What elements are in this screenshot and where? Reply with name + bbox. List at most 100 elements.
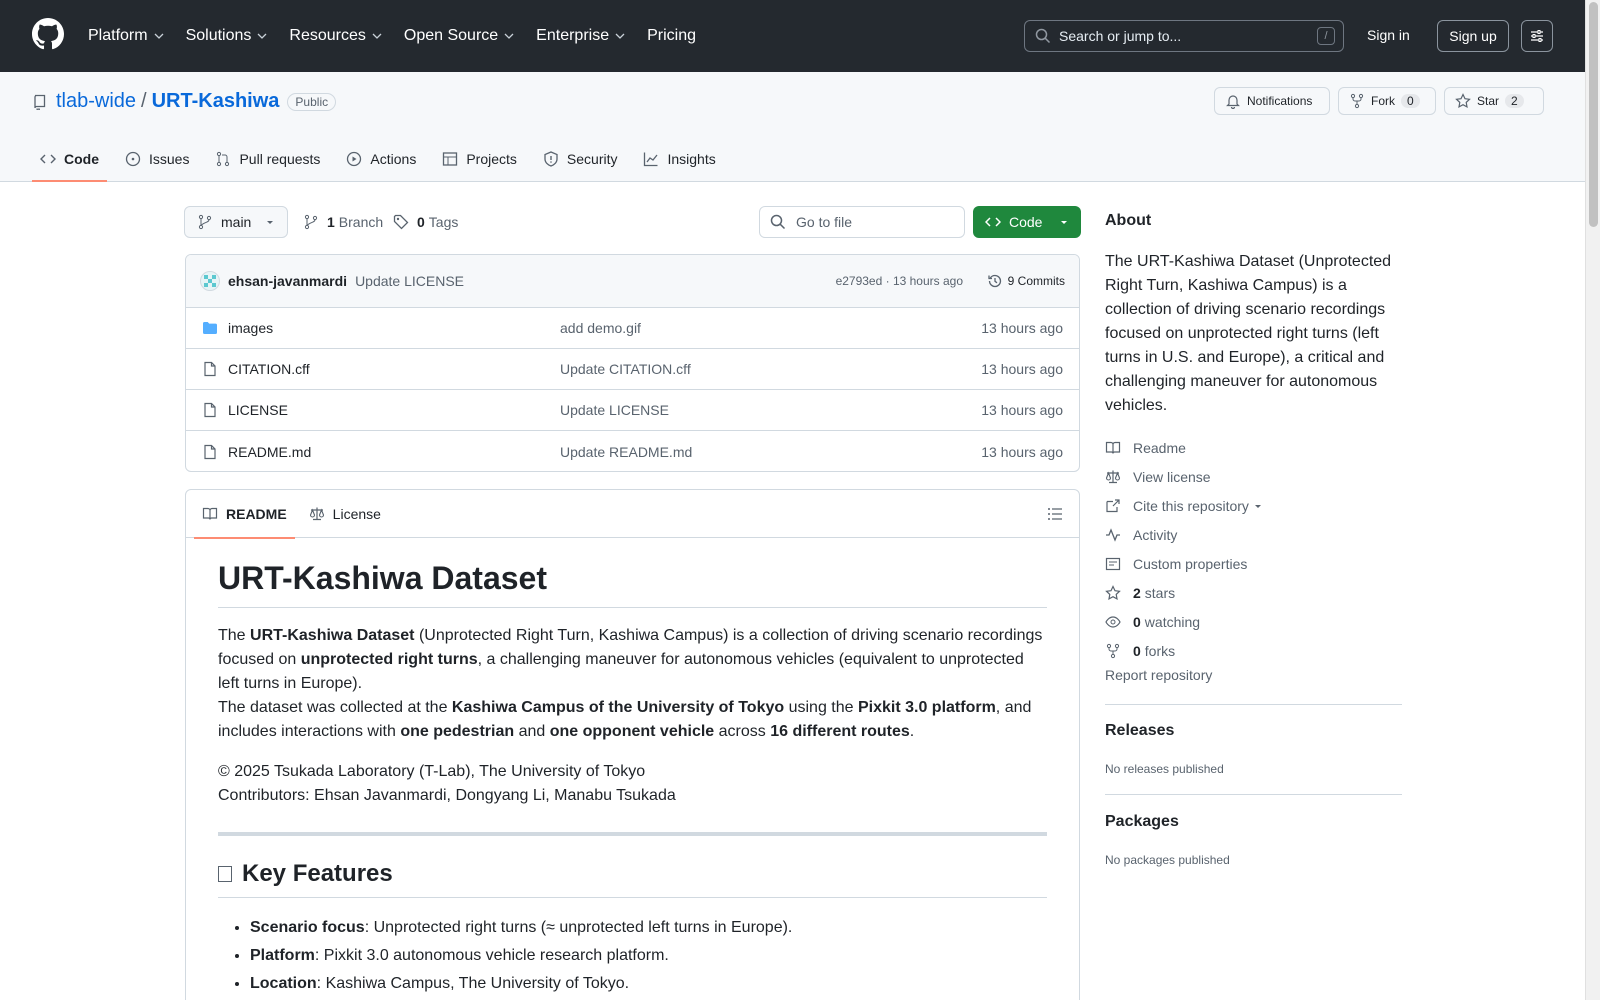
folder-icon xyxy=(203,322,217,334)
book-icon xyxy=(1105,441,1121,454)
file-time: 13 hours ago xyxy=(981,320,1063,336)
list-unordered-icon[interactable] xyxy=(1047,506,1063,522)
file-commit-link[interactable]: add demo.gif xyxy=(560,320,641,336)
nav-label: Solutions xyxy=(185,27,252,44)
forks-link[interactable]: 0 forks xyxy=(1105,636,1263,665)
global-search-input[interactable]: Search or jump to... / xyxy=(1024,20,1344,52)
tab-insights[interactable]: Insights xyxy=(635,136,723,182)
activity-label: Activity xyxy=(1133,526,1178,543)
activity-link[interactable]: Activity xyxy=(1105,520,1263,549)
custom-properties-link[interactable]: Custom properties xyxy=(1105,549,1263,578)
file-name-link[interactable]: LICENSE xyxy=(228,402,288,418)
tab-label: Pull requests xyxy=(239,151,321,167)
feature-label: Location xyxy=(250,975,317,992)
file-browser: ehsan-javanmardi Update LICENSE e2793ed … xyxy=(185,254,1080,472)
feature-label: Scenario focus xyxy=(250,919,365,936)
book-icon xyxy=(202,507,218,520)
file-time: 13 hours ago xyxy=(981,361,1063,377)
sign-up-button[interactable]: Sign up xyxy=(1437,20,1509,52)
file-name-link[interactable]: images xyxy=(228,320,273,336)
tab-actions[interactable]: Actions xyxy=(338,136,424,182)
star-button[interactable]: Star 2 xyxy=(1444,87,1544,115)
file-commit-link[interactable]: Update LICENSE xyxy=(560,402,669,418)
tab-license[interactable]: License xyxy=(301,490,389,538)
visibility-badge: Public xyxy=(287,92,337,111)
tab-label: Issues xyxy=(149,151,190,167)
tags-link[interactable]: 0 Tags xyxy=(393,214,458,230)
commit-author-link[interactable]: ehsan-javanmardi xyxy=(228,273,347,289)
commits-history-link[interactable]: 9 Commits xyxy=(987,273,1065,289)
code-button-label: Code xyxy=(1009,214,1043,230)
branch-selector[interactable]: main xyxy=(184,206,288,238)
readme-tabs: README License xyxy=(186,490,1079,539)
tab-projects[interactable]: Projects xyxy=(434,136,525,182)
nav-platform[interactable]: Platform xyxy=(88,27,164,45)
nav-label: Platform xyxy=(88,27,148,44)
tab-code[interactable]: Code xyxy=(32,136,107,182)
tab-issues[interactable]: Issues xyxy=(117,136,197,182)
github-logo-icon[interactable] xyxy=(32,18,64,50)
cite-repository-button[interactable]: Cite this repository xyxy=(1105,491,1263,520)
tab-security[interactable]: Security xyxy=(535,136,626,182)
commit-hash-time[interactable]: e2793ed · 13 hours ago xyxy=(836,274,963,288)
branches-link[interactable]: 1 Branch xyxy=(303,214,383,230)
watchers-link[interactable]: 0 watching xyxy=(1105,607,1263,636)
file-name-link[interactable]: README.md xyxy=(228,444,311,460)
packages-heading[interactable]: Packages xyxy=(1105,813,1179,831)
readme-link[interactable]: Readme xyxy=(1105,433,1263,462)
key-features-heading: Key Features xyxy=(218,860,1047,898)
forks-label: forks xyxy=(1144,642,1176,659)
avatar[interactable] xyxy=(200,271,220,291)
nav-open-source[interactable]: Open Source xyxy=(404,27,514,45)
list-item: Location: Kashiwa Campus, The University… xyxy=(250,970,1047,998)
license-link[interactable]: View license xyxy=(1105,462,1263,491)
branch-icon xyxy=(198,214,212,230)
tab-label: Code xyxy=(64,151,99,167)
scrollbar-thumb[interactable] xyxy=(1589,2,1598,227)
nav-pricing[interactable]: Pricing xyxy=(647,27,696,45)
table-row[interactable]: README.md Update README.md 13 hours ago xyxy=(186,431,1079,471)
code-dropdown-button[interactable]: Code xyxy=(973,206,1081,238)
tab-pull-requests[interactable]: Pull requests xyxy=(207,136,328,182)
file-icon xyxy=(204,361,216,377)
caret-down-icon xyxy=(1061,221,1067,224)
table-row[interactable]: images add demo.gif 13 hours ago xyxy=(186,308,1079,349)
graph-icon xyxy=(644,152,658,167)
intro-text: and xyxy=(514,723,550,740)
bell-icon xyxy=(1226,95,1240,109)
repo-owner-link[interactable]: tlab-wide xyxy=(56,90,136,113)
tab-readme[interactable]: README xyxy=(194,490,295,539)
star-count: 2 xyxy=(1505,94,1524,108)
stars-link[interactable]: 2 stars xyxy=(1105,578,1263,607)
page-scrollbar[interactable] xyxy=(1585,0,1600,1000)
releases-heading[interactable]: Releases xyxy=(1105,722,1174,740)
law-icon xyxy=(309,507,324,520)
commit-message-link[interactable]: Update LICENSE xyxy=(355,273,464,289)
forks-count: 0 xyxy=(1133,642,1141,659)
list-item: Platform: Pixkit 3.0 autonomous vehicle … xyxy=(250,942,1047,970)
file-icon xyxy=(204,444,216,459)
branch-icon xyxy=(304,214,318,230)
tab-label: Projects xyxy=(466,151,517,167)
divider xyxy=(1105,794,1402,795)
go-to-file-input[interactable]: Go to file xyxy=(759,206,965,238)
tab-label: Insights xyxy=(667,151,716,167)
report-repository-link[interactable]: Report repository xyxy=(1105,667,1212,683)
nav-enterprise[interactable]: Enterprise xyxy=(536,27,625,45)
repo-name-link[interactable]: URT-Kashiwa xyxy=(152,90,280,113)
file-commit-link[interactable]: Update README.md xyxy=(560,444,692,460)
star-label: Star xyxy=(1477,94,1500,108)
file-time: 13 hours ago xyxy=(981,402,1063,418)
table-row[interactable]: LICENSE Update LICENSE 13 hours ago xyxy=(186,390,1079,431)
table-row[interactable]: CITATION.cff Update CITATION.cff 13 hour… xyxy=(186,349,1079,390)
nav-resources[interactable]: Resources xyxy=(289,27,382,45)
file-name-link[interactable]: CITATION.cff xyxy=(228,361,310,377)
header-menu-button[interactable] xyxy=(1521,20,1553,52)
sign-in-link[interactable]: Sign in xyxy=(1367,27,1410,43)
fork-button[interactable]: Fork 0 xyxy=(1338,87,1436,115)
notifications-button[interactable]: Notifications xyxy=(1214,87,1330,115)
file-commit-link[interactable]: Update CITATION.cff xyxy=(560,361,691,377)
nav-solutions[interactable]: Solutions xyxy=(186,27,268,45)
repo-header: tlab-wide / URT-Kashiwa Public Notificat… xyxy=(0,72,1585,182)
law-icon xyxy=(1105,470,1121,483)
